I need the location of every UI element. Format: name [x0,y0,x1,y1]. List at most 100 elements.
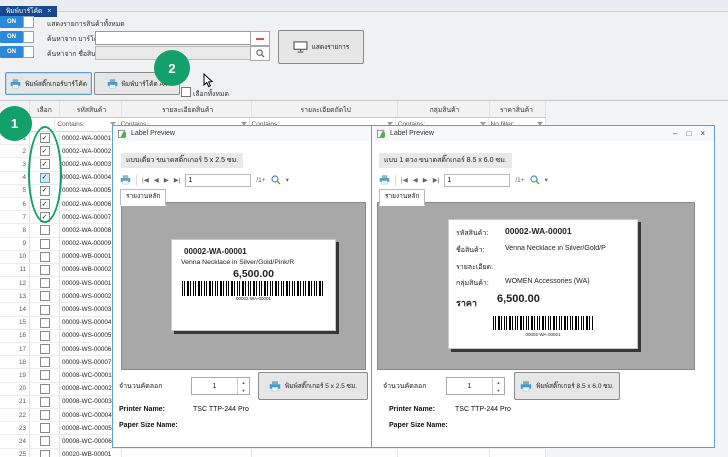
tab-close-icon[interactable]: × [47,8,51,15]
print-sticker-large-label: พิมพ์สติ๊กเกอร์ 8.5 x 6.0 ซม. [536,381,614,391]
row-checkbox[interactable] [40,397,50,407]
toggle-show-all[interactable]: ON [0,16,34,28]
sticker-code: 00002-WA-00001 [184,247,335,256]
report-tab[interactable]: รายงานหลัก [120,189,166,206]
sticker-85x60: รหัสสินค้า: 00002-WA-00001 ชื่อสินค้า: V… [448,219,638,349]
close-icon[interactable]: × [700,129,705,138]
clear-button[interactable] [250,31,270,46]
header-product-code[interactable]: รหัสสินค้า [60,101,122,117]
row-checkbox[interactable] [40,291,50,301]
header-next-detail[interactable]: รายละเอียดถัดไป [252,101,398,117]
zoom-icon[interactable] [271,175,281,185]
maximize-icon[interactable]: □ [686,129,691,138]
row-checkbox[interactable] [40,410,50,420]
row-checkbox[interactable] [40,384,50,394]
print-sticker-label: พิมพ์สติ๊กเกอร์บาร์โค้ด [25,79,87,89]
field-price-label: ราคา [456,296,477,310]
print-sticker-small-label: พิมพ์สติ๊กเกอร์ 5 x 2.5 ซม. [285,381,357,391]
dialog-title-bar[interactable]: Label Preview – □ × [372,126,714,141]
page-number-input[interactable] [444,174,510,187]
header-product-group[interactable]: กลุ่มสินค้า [398,101,490,117]
zoom-caret-icon[interactable]: ▾ [286,176,289,184]
copies-spinner[interactable]: 1 ▲▼ [446,377,505,395]
copies-label: จำนวนคัดลอก [119,381,163,392]
zoom-caret-icon[interactable]: ▾ [545,176,548,184]
nav-next-icon[interactable]: ▶ [164,176,169,184]
row-checkbox[interactable] [40,225,50,235]
spinner-down-icon[interactable]: ▼ [493,386,504,394]
print-icon[interactable] [120,175,131,185]
minimize-icon[interactable]: – [673,129,677,138]
report-tab[interactable]: รายงานหลัก [379,189,425,206]
paper-size-label: Paper Size Name: [389,422,448,429]
print-sticker-small-button[interactable]: พิมพ์สติ๊กเกอร์ 5 x 2.5 ซม. [258,372,368,400]
show-list-label: แสดงรายการ [312,42,350,52]
toggle-on-label: ON [0,31,23,43]
barcode-search-input[interactable] [95,31,254,45]
top-tab-strip: พิมพ์บาร์โค้ด × [0,0,728,12]
row-checkbox[interactable] [40,252,50,262]
show-list-button[interactable]: แสดงรายการ [278,30,364,64]
annotation-step-2: 2 [154,50,190,86]
row-checkbox[interactable] [40,423,50,433]
row-code: 00020-WB-00001 [60,449,122,457]
row-checkbox[interactable] [40,436,50,446]
filter-product-code[interactable]: Contains: [55,118,118,131]
row-checkbox[interactable] [40,357,50,367]
copies-spinner[interactable]: 1 ▲▼ [191,377,250,395]
printer-icon [10,79,21,89]
select-all-checkbox[interactable] [181,87,191,97]
row-checkbox[interactable] [40,344,50,354]
spinner-up-icon[interactable]: ▲ [238,378,249,386]
header-product-price[interactable]: ราคาสินค้า [490,101,546,117]
tab-print-barcode[interactable]: พิมพ์บาร์โค้ด × [0,6,57,17]
dialog-title: Label Preview [390,130,434,137]
row-checkbox[interactable] [40,318,50,328]
print-icon[interactable] [379,175,390,185]
row-number: 20 [0,383,30,395]
toggle-search-barcode[interactable]: ON [0,31,34,43]
row-number: 7 [0,211,30,223]
table-header-row: เลือก รหัสสินค้า รายละเอียดสินค้า รายละเ… [0,100,546,118]
table-row[interactable]: 25 00020-WB-00001 [0,449,546,457]
nav-prev-icon[interactable]: ◀ [154,176,159,184]
search-button[interactable] [250,46,270,61]
label-preview-area: 00002-WA-00001 Venna Necklace in Silver/… [121,202,366,370]
spinner-down-icon[interactable]: ▼ [238,386,249,394]
nav-prev-icon[interactable]: ◀ [413,176,418,184]
toolbar-separator [395,175,396,186]
nav-last-icon[interactable]: ▶| [433,176,440,184]
print-sticker-button[interactable]: พิมพ์สติ๊กเกอร์บาร์โค้ด [5,72,92,95]
label-preview-dialog-small: Label Preview แบบเดี่ยว ขนาดสติ๊กเกอร์ 5… [112,125,373,448]
page-number-input[interactable] [185,174,251,187]
spinner-up-icon[interactable]: ▲ [493,378,504,386]
label-preview-dialog-large: Label Preview – □ × แบบ 1 ดวง ขนาดสติ๊กเ… [371,125,715,448]
toggle-knob [23,31,34,43]
header-select[interactable]: เลือก [30,101,60,117]
row-checkbox[interactable] [40,239,50,249]
field-name-value: Venna Necklace in Silver/Gold/P [505,245,635,252]
nav-first-icon[interactable]: |◀ [401,176,408,184]
row-checkbox[interactable] [40,278,50,288]
nav-last-icon[interactable]: ▶| [174,176,181,184]
row-checkbox[interactable] [40,331,50,341]
row-number: 23 [0,422,30,434]
row-number: 22 [0,409,30,421]
row-checkbox[interactable] [40,450,50,457]
header-product-detail[interactable]: รายละเอียดสินค้า [122,101,252,117]
nav-next-icon[interactable]: ▶ [423,176,428,184]
row-checkbox[interactable] [40,305,50,315]
row-number: 2 [0,145,30,157]
row-number: 11 [0,264,30,276]
dialog-title-bar[interactable]: Label Preview [113,126,372,141]
row-checkbox[interactable] [40,370,50,380]
zoom-icon[interactable] [530,175,540,185]
printer-icon [520,381,532,392]
toggle-search-name[interactable]: ON [0,46,34,58]
field-group-value: WOMEN Accessories (WA) [505,278,590,285]
nav-first-icon[interactable]: |◀ [142,176,149,184]
row-checkbox[interactable] [40,265,50,275]
tab-title: พิมพ์บาร์โค้ด [6,6,42,16]
print-sticker-large-button[interactable]: พิมพ์สติ๊กเกอร์ 8.5 x 6.0 ซม. [514,372,620,400]
field-code-value: 00002-WA-00001 [505,226,572,236]
